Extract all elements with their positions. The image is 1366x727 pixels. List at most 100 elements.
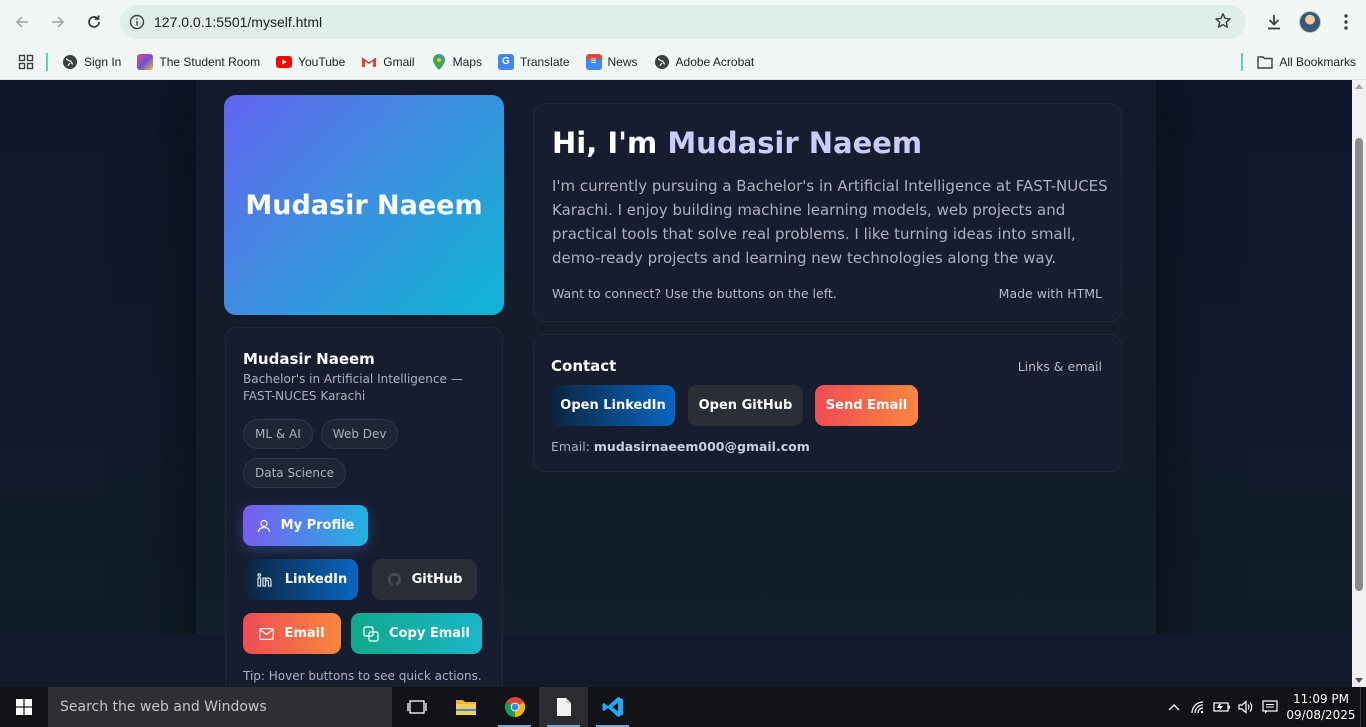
start-button[interactable] xyxy=(0,687,48,727)
tag-data-science: Data Science xyxy=(243,458,346,488)
address-bar[interactable]: 127.0.0.1:5501/myself.html xyxy=(120,5,1246,39)
wifi-icon[interactable] xyxy=(1186,687,1210,727)
windows-logo-icon xyxy=(16,699,32,715)
url-text[interactable]: 127.0.0.1:5501/myself.html xyxy=(154,14,322,30)
site-info-icon[interactable] xyxy=(120,14,154,30)
page-viewport: Mudasir Naeem Mudasir Naeem Bachelor's i… xyxy=(0,80,1366,687)
skill-tags: ML & AI Web Dev Data Science xyxy=(243,419,483,488)
github-label: GitHub xyxy=(411,572,463,587)
email-button[interactable]: Email xyxy=(243,613,341,654)
apps-grid-icon xyxy=(18,54,34,69)
file-explorer-app[interactable] xyxy=(441,687,490,727)
github-icon xyxy=(387,572,401,586)
toolbar-right xyxy=(1254,0,1366,44)
intro-name: Mudasir Naeem xyxy=(667,126,923,160)
system-tray: 11:09 PM 09/08/2025 xyxy=(1162,687,1366,727)
menu-button[interactable] xyxy=(1326,4,1366,40)
copy-email-button[interactable]: Copy Email xyxy=(351,613,482,654)
volume-icon[interactable] xyxy=(1234,687,1258,727)
taskbar-search[interactable]: Search the web and Windows xyxy=(48,687,392,727)
intro-cta: Want to connect? Use the buttons on the … xyxy=(552,286,837,301)
arrow-left-icon xyxy=(15,16,28,28)
send-email-button[interactable]: Send Email xyxy=(815,385,918,426)
contact-card: Contact Links & email Open LinkedIn Open… xyxy=(533,334,1122,472)
more-vertical-icon xyxy=(1344,14,1348,30)
my-profile-button[interactable]: My Profile xyxy=(243,505,368,546)
globe-icon xyxy=(62,54,78,70)
back-button[interactable] xyxy=(4,4,40,40)
scrollbar-thumb[interactable] xyxy=(1355,138,1363,591)
profile-button[interactable] xyxy=(1294,4,1326,40)
battery-icon[interactable] xyxy=(1210,687,1234,727)
page-scrollbar[interactable] xyxy=(1352,80,1366,687)
bookmark-maps[interactable]: Maps xyxy=(423,48,490,76)
contact-links-label: Links & email xyxy=(1017,359,1102,374)
task-view-icon xyxy=(406,700,427,714)
download-button[interactable] xyxy=(1254,4,1294,40)
chrome-icon xyxy=(504,697,525,718)
bookmark-label: Maps xyxy=(452,54,482,69)
hero-card: Mudasir Naeem xyxy=(224,95,504,315)
github-button[interactable]: GitHub xyxy=(372,559,477,600)
email-label: Email xyxy=(284,626,325,641)
taskbar-clock[interactable]: 11:09 PM 09/08/2025 xyxy=(1282,691,1360,723)
bookmarks-divider xyxy=(1241,52,1244,71)
bookmarks-bar: Sign In The Student Room YouTube Gmail M… xyxy=(0,44,1366,80)
globe-icon xyxy=(654,54,670,70)
reload-icon xyxy=(88,15,100,28)
bookmark-gmail[interactable]: Gmail xyxy=(353,48,422,76)
tsr-icon xyxy=(137,53,154,70)
youtube-icon xyxy=(276,54,293,70)
mail-icon xyxy=(259,627,275,640)
scroll-up-icon[interactable] xyxy=(1355,84,1363,89)
bookmark-sign-in[interactable]: Sign In xyxy=(54,48,129,76)
bookmark-star-icon[interactable] xyxy=(1214,12,1232,35)
news-icon: ≡ xyxy=(585,53,602,70)
linkedin-button[interactable]: LinkedIn xyxy=(246,559,358,600)
email-address[interactable]: mudasirnaeem000@gmail.com xyxy=(594,439,810,454)
linkedin-icon xyxy=(257,572,272,587)
bookmark-adobe-acrobat[interactable]: Adobe Acrobat xyxy=(646,48,763,76)
bookmark-news[interactable]: ≡ News xyxy=(578,48,646,76)
apps-button[interactable] xyxy=(0,48,46,76)
my-profile-label: My Profile xyxy=(280,518,355,533)
profile-name: Mudasir Naeem xyxy=(243,350,375,368)
bookmarks-divider xyxy=(46,52,48,71)
tag-web-dev: Web Dev xyxy=(320,419,399,449)
copy-icon xyxy=(363,625,379,642)
email-label-text: Email: xyxy=(551,439,590,454)
bookmark-youtube[interactable]: YouTube xyxy=(268,48,353,76)
open-linkedin-button[interactable]: Open LinkedIn xyxy=(551,385,675,426)
contact-email-line: Email: mudasirnaeem000@gmail.com xyxy=(551,439,810,454)
download-icon xyxy=(1268,15,1280,30)
contact-title: Contact xyxy=(551,357,617,375)
bookmark-the-student-room[interactable]: The Student Room xyxy=(129,48,268,76)
vscode-app[interactable] xyxy=(588,687,637,727)
translate-icon: G xyxy=(497,53,514,70)
notepad-app[interactable] xyxy=(539,687,588,727)
bookmark-translate[interactable]: G Translate xyxy=(490,48,578,76)
linkedin-label: LinkedIn xyxy=(284,572,348,587)
intro-greeting: Hi, I'm xyxy=(552,126,658,160)
bookmark-label: YouTube xyxy=(298,54,346,69)
copy-email-label: Copy Email xyxy=(389,626,470,641)
scroll-down-icon[interactable] xyxy=(1355,678,1363,683)
taskbar-search-placeholder: Search the web and Windows xyxy=(60,699,267,715)
all-bookmarks-button[interactable]: All Bookmarks xyxy=(1249,48,1366,76)
open-github-button[interactable]: Open GitHub xyxy=(688,385,803,426)
chevron-up-icon[interactable] xyxy=(1162,687,1186,727)
user-icon xyxy=(257,519,270,532)
tag-ml-ai: ML & AI xyxy=(243,419,313,449)
reload-button[interactable] xyxy=(76,4,112,40)
bookmark-label: Adobe Acrobat xyxy=(675,54,755,69)
intro-body: I'm currently pursuing a Bachelor's in A… xyxy=(552,177,1108,267)
notification-icon[interactable] xyxy=(1258,687,1282,727)
avatar xyxy=(1299,11,1321,33)
task-view-button[interactable] xyxy=(392,687,441,727)
bookmark-label: Sign In xyxy=(84,54,122,69)
show-desktop-button[interactable] xyxy=(1360,687,1366,727)
clock-date: 09/08/2025 xyxy=(1286,708,1356,722)
chrome-app[interactable] xyxy=(490,687,539,727)
taskbar: Search the web and Windows 11:09 PM 09/0… xyxy=(0,687,1366,727)
forward-button[interactable] xyxy=(40,4,76,40)
